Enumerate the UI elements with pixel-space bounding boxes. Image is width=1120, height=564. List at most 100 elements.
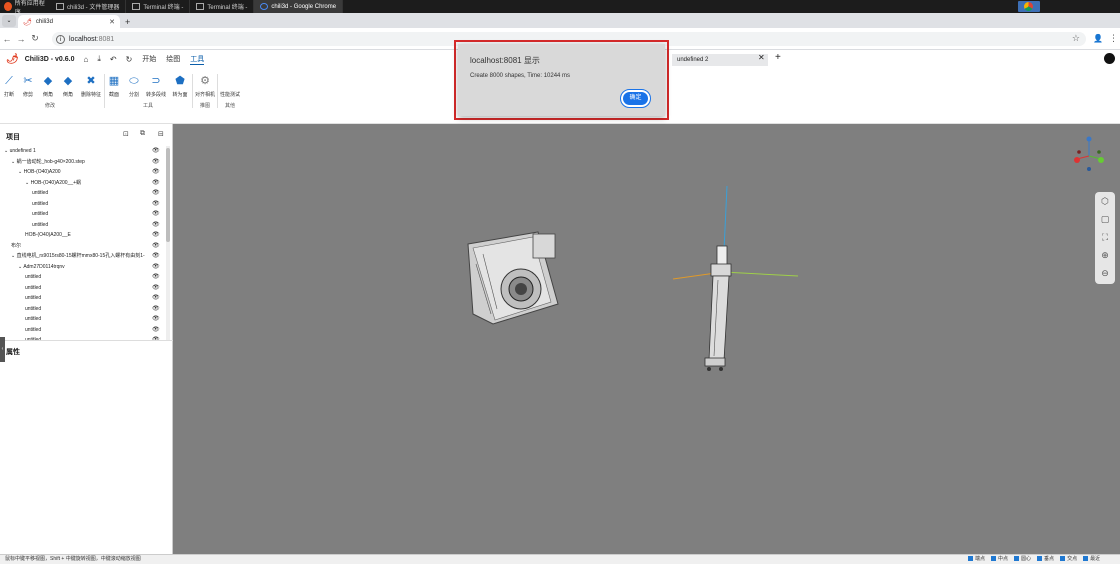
performance-test-icon bbox=[223, 74, 237, 88]
forward-icon[interactable]: → bbox=[14, 34, 28, 44]
tree-item[interactable]: untitled 👁 bbox=[0, 199, 164, 210]
orientation-gizmo[interactable] bbox=[1072, 134, 1106, 172]
zoom-out-icon[interactable]: ⊖ bbox=[1095, 264, 1115, 282]
save-icon[interactable]: ⤓ bbox=[97, 54, 101, 64]
tool-to-polyline[interactable]: ⊃ 转多段线 bbox=[145, 74, 167, 98]
visibility-eye-icon[interactable]: 👁 bbox=[152, 325, 160, 336]
visibility-eye-icon[interactable]: 👁 bbox=[152, 167, 160, 178]
tool-align-camera[interactable]: ⚙ 对齐相机 bbox=[194, 74, 216, 98]
taskbar-item-file-manager[interactable]: chili3d - 文件管理器 bbox=[50, 0, 127, 13]
visibility-eye-icon[interactable]: 👁 bbox=[152, 304, 160, 315]
reload-icon[interactable]: ↻ bbox=[28, 33, 42, 44]
new-group-icon[interactable]: ⧉ bbox=[140, 130, 145, 138]
site-info-icon[interactable]: i bbox=[56, 34, 65, 44]
visibility-eye-icon[interactable]: 👁 bbox=[152, 209, 160, 220]
taskbar-item-terminal-1[interactable]: Terminal 终端 - bbox=[126, 0, 191, 13]
tab-search-chevron-icon[interactable]: ⌄ bbox=[2, 15, 16, 27]
fit-all-icon[interactable]: ⛶ bbox=[1095, 228, 1115, 246]
to-face-icon: ⬟ bbox=[175, 75, 185, 87]
snap-midpoint-checkbox[interactable]: 中点 bbox=[991, 555, 1008, 564]
visibility-eye-icon[interactable]: 👁 bbox=[152, 272, 160, 283]
tree-item[interactable]: untitled 👁 bbox=[0, 220, 164, 231]
snap-nearest-checkbox[interactable]: 最近 bbox=[1083, 555, 1100, 564]
new-tab-button[interactable]: + bbox=[120, 16, 135, 28]
visibility-eye-icon[interactable]: 👁 bbox=[152, 157, 160, 168]
bookmark-star-icon[interactable]: ☆ bbox=[1072, 33, 1080, 44]
visibility-eye-icon[interactable]: 👁 bbox=[152, 314, 160, 325]
profile-icon[interactable]: 👤 bbox=[1093, 34, 1103, 43]
tool-performance-test[interactable]: 性能测试 bbox=[219, 74, 241, 98]
document-tab[interactable]: undefined 2 bbox=[672, 54, 768, 66]
visibility-eye-icon[interactable]: 👁 bbox=[152, 251, 160, 262]
github-icon[interactable] bbox=[1104, 53, 1115, 64]
visibility-eye-icon[interactable]: 👁 bbox=[152, 199, 160, 210]
taskbar-item-terminal-2[interactable]: Terminal 终端 - bbox=[190, 0, 255, 13]
panel-divider[interactable] bbox=[0, 340, 173, 341]
tree-item-label: 布尔 bbox=[11, 242, 22, 249]
tool-remove-feature[interactable]: ✖ 删除特征 bbox=[80, 74, 102, 98]
browser-menu-icon[interactable]: ⋮ bbox=[1109, 33, 1118, 44]
snap-endpoint-checkbox[interactable]: 端点 bbox=[968, 555, 985, 564]
tree-item[interactable]: ⌄ undefined 1 👁 bbox=[0, 146, 164, 157]
visibility-eye-icon[interactable]: 👁 bbox=[152, 220, 160, 231]
panel-toggle-handle[interactable]: ‹ bbox=[0, 337, 5, 362]
tree-item[interactable]: HOB-(O40)A200__E 👁 bbox=[0, 230, 164, 241]
redo-icon[interactable]: ↻ bbox=[126, 55, 133, 64]
tree-item[interactable]: 布尔 👁 bbox=[0, 241, 164, 252]
properties-panel-title: 属性 bbox=[6, 349, 20, 356]
taskbar-item-chrome[interactable]: chili3d - Google Chrome bbox=[254, 0, 344, 13]
tree-item[interactable]: untitled 👁 bbox=[0, 325, 164, 336]
tool-chamfer[interactable]: ◆ 倒角 bbox=[39, 74, 57, 98]
collapse-all-icon[interactable]: ⊟ bbox=[158, 130, 164, 138]
tree-item[interactable]: ⌄ HOB-(O40)A200__+蜗 👁 bbox=[0, 178, 164, 189]
tree-item[interactable]: untitled 👁 bbox=[0, 293, 164, 304]
menu-start[interactable]: 开始 bbox=[142, 54, 156, 64]
close-tab-icon[interactable]: ✕ bbox=[109, 18, 115, 26]
snap-perpendicular-checkbox[interactable]: 垂点 bbox=[1037, 555, 1054, 564]
tree-scrollbar[interactable] bbox=[166, 146, 170, 340]
tool-trim[interactable]: ✂ 修剪 bbox=[19, 74, 37, 98]
snap-center-checkbox[interactable]: 圆心 bbox=[1014, 555, 1031, 564]
view-box-icon[interactable]: ▢ bbox=[1095, 210, 1115, 228]
visibility-eye-icon[interactable]: 👁 bbox=[152, 262, 160, 273]
menu-tools[interactable]: 工具 bbox=[190, 54, 205, 65]
tree-item[interactable]: untitled 👁 bbox=[0, 314, 164, 325]
dialog-ok-button[interactable]: 确定 bbox=[620, 89, 651, 108]
zoom-in-icon[interactable]: ⊕ bbox=[1095, 246, 1115, 264]
tree-item[interactable]: untitled 👁 bbox=[0, 188, 164, 199]
tool-fillet[interactable]: ◆ 倒角 bbox=[59, 74, 77, 98]
new-folder-icon[interactable]: ⊡ bbox=[123, 130, 129, 138]
tree-item[interactable]: untitled 👁 bbox=[0, 283, 164, 294]
close-document-icon[interactable]: ✕ bbox=[758, 53, 765, 62]
terminal-icon bbox=[132, 3, 141, 10]
view-cube-icon[interactable]: ⬡ bbox=[1095, 192, 1115, 210]
tree-item[interactable]: untitled 👁 bbox=[0, 304, 164, 315]
visibility-eye-icon[interactable]: 👁 bbox=[152, 178, 160, 189]
browser-tab-chili3d[interactable]: 🌶 chili3d ✕ bbox=[18, 15, 120, 28]
tree-item[interactable]: ⌄ HOB-(O40)A200 👁 bbox=[0, 167, 164, 178]
tool-break[interactable]: ⟋ 打断 bbox=[0, 74, 18, 98]
tree-item[interactable]: ⌄ Adm27D0114trqnv 👁 bbox=[0, 262, 164, 273]
3d-viewport[interactable]: ⬡ ▢ ⛶ ⊕ ⊖ bbox=[173, 124, 1120, 554]
visibility-eye-icon[interactable]: 👁 bbox=[152, 230, 160, 241]
home-icon[interactable]: ⌂ bbox=[84, 55, 89, 64]
undo-icon[interactable]: ↶ bbox=[110, 55, 117, 64]
visibility-eye-icon[interactable]: 👁 bbox=[152, 146, 160, 157]
visibility-eye-icon[interactable]: 👁 bbox=[152, 293, 160, 304]
tool-split[interactable]: ⬭ 分割 bbox=[125, 74, 143, 98]
visibility-eye-icon[interactable]: 👁 bbox=[152, 241, 160, 252]
snap-intersection-checkbox[interactable]: 交点 bbox=[1060, 555, 1077, 564]
tree-item[interactable]: untitled 👁 bbox=[0, 209, 164, 220]
tree-item[interactable]: ⌄ 直线电机_rs9015rs80-15螺杆mmx80-15孔入螺杆有由刻1- 👁 bbox=[0, 251, 164, 262]
visibility-eye-icon[interactable]: 👁 bbox=[152, 283, 160, 294]
back-icon[interactable]: ← bbox=[0, 34, 14, 44]
menu-draw[interactable]: 绘图 bbox=[166, 54, 180, 64]
tray-chrome-icon[interactable] bbox=[1018, 1, 1040, 12]
visibility-eye-icon[interactable]: 👁 bbox=[152, 188, 160, 199]
tool-to-face[interactable]: ⬟ 转为面 bbox=[171, 74, 189, 98]
tree-item[interactable]: untitled 👁 bbox=[0, 272, 164, 283]
tool-section[interactable]: ▦ 截面 bbox=[105, 74, 123, 98]
tool-label: 分割 bbox=[128, 92, 139, 98]
add-document-icon[interactable]: + bbox=[775, 52, 781, 63]
tree-item[interactable]: ⌄ 蜗一齿动轮_hob-g40×200.step 👁 bbox=[0, 157, 164, 168]
